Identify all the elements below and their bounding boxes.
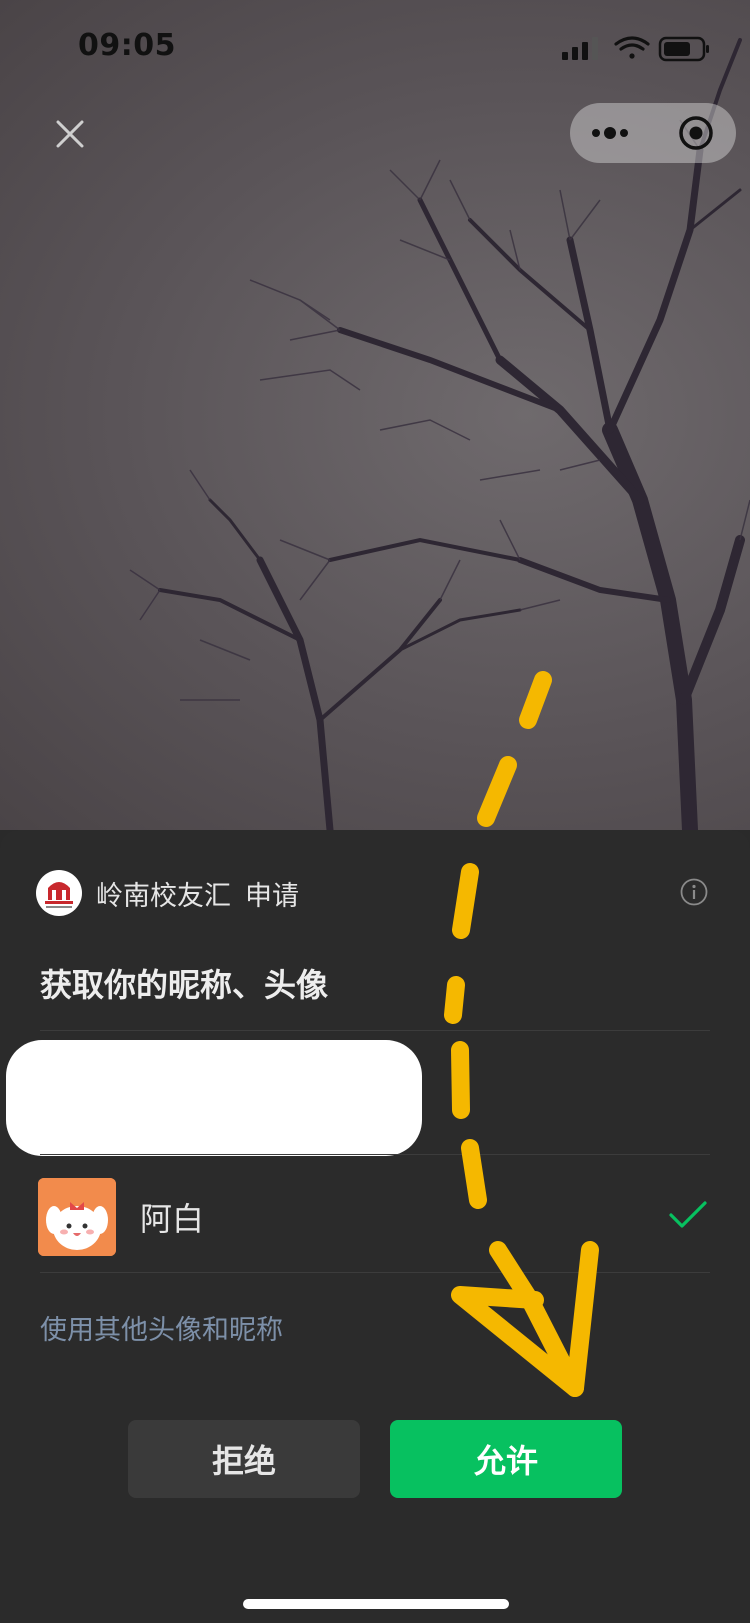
signal-icon [562, 37, 598, 60]
home-indicator [243, 1599, 509, 1609]
divider [40, 1030, 710, 1031]
app-name: 岭南校友汇 [96, 880, 231, 912]
authorization-sheet: 岭南校友汇 申请 获取你的昵称、头像 阿白 使用其他头像和昵称 拒绝 允许 [0, 830, 750, 1623]
redacted-block [6, 1040, 422, 1156]
close-button[interactable] [50, 114, 90, 154]
avatar [38, 1178, 116, 1256]
allow-button[interactable]: 允许 [390, 1420, 622, 1498]
exit-button[interactable] [656, 103, 736, 163]
status-icons [542, 34, 722, 64]
permission-title: 获取你的昵称、头像 [40, 966, 329, 1004]
profile-option[interactable]: 阿白 [0, 1170, 750, 1262]
request-label: 申请 [245, 880, 299, 912]
divider [40, 1154, 710, 1155]
divider [40, 1272, 710, 1273]
profile-name: 阿白 [140, 1200, 205, 1238]
deny-button[interactable]: 拒绝 [128, 1420, 360, 1498]
miniprogram-capsule [570, 103, 736, 163]
wifi-icon [614, 36, 650, 59]
screen: 09:05 岭南校友汇 申请 获取你的昵称、头像 阿白 使用其他头像和昵称 拒绝… [0, 0, 750, 1623]
info-button[interactable] [680, 878, 708, 906]
info-icon [680, 878, 708, 906]
close-icon [56, 120, 84, 148]
use-other-profile-link[interactable]: 使用其他头像和昵称 [40, 1308, 283, 1347]
battery-icon [658, 36, 709, 62]
status-time: 09:05 [78, 28, 176, 63]
more-button[interactable] [570, 103, 650, 163]
target-circle-icon [679, 116, 713, 150]
app-logo [36, 870, 82, 916]
app-header: 岭南校友汇 申请 [36, 868, 299, 918]
checkmark-icon [669, 1201, 707, 1228]
more-dots-icon [592, 127, 628, 139]
